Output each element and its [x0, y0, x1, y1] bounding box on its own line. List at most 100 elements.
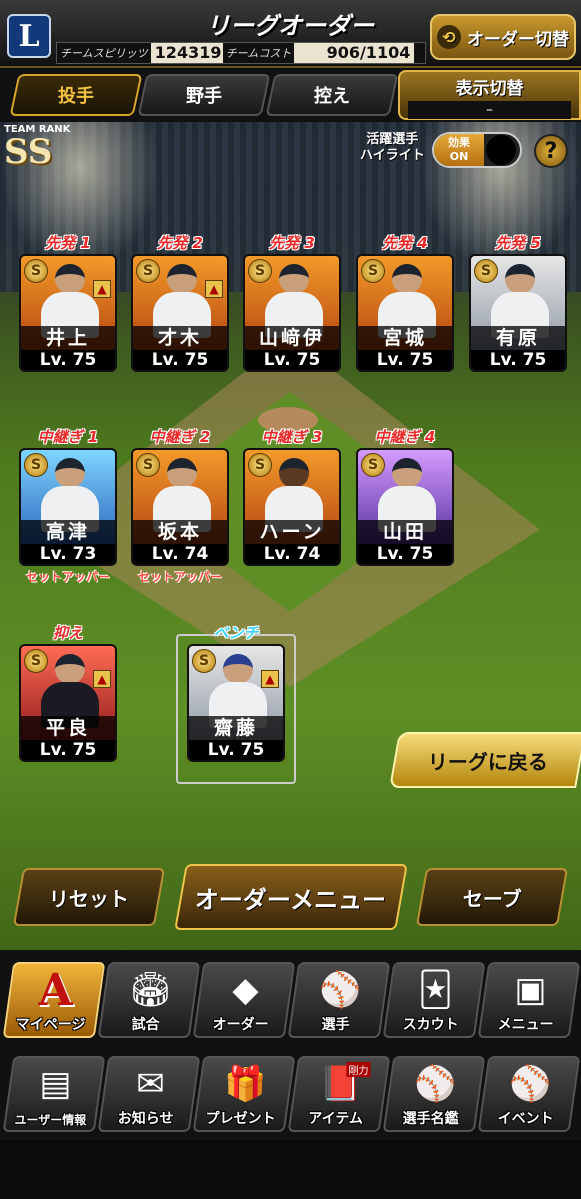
player-card[interactable]: S 山田 Lv. 75 — [356, 448, 454, 566]
player-icon: ⚾ — [319, 970, 362, 1010]
player-card[interactable]: S ▲ 齋藤 Lv. 75 — [187, 644, 285, 762]
nav-user-info[interactable]: ▤ ユーザー情報 — [2, 1056, 106, 1132]
nav-label: お知らせ — [117, 1111, 174, 1127]
nav-label: マイページ — [15, 1017, 86, 1033]
slot-role: 中継ぎ 2 — [149, 428, 211, 446]
nav-label: 選手 — [321, 1017, 350, 1033]
player-card[interactable]: S 宮城 Lv. 75 — [356, 254, 454, 372]
player-level: Lv. 73 — [21, 544, 115, 564]
reliever-slot-1[interactable]: 中継ぎ 1 S 高津 Lv. 73 セットアッパー — [19, 426, 117, 585]
nav-mypage[interactable]: A マイページ — [2, 962, 106, 1038]
tab-pitchers[interactable]: 投手 — [9, 74, 143, 116]
player-card[interactable]: S 有原 Lv. 75 — [469, 254, 567, 372]
stadium-icon: 🏟 — [128, 970, 172, 1010]
effect-toggle-on: 効果 ON — [434, 134, 484, 166]
item-tag: 剛力 — [346, 1062, 371, 1077]
tab-fielders[interactable]: 野手 — [137, 74, 271, 116]
player-name: 平良 — [21, 716, 115, 740]
slot-role: ベンチ — [213, 624, 259, 642]
order-menu-label: オーダーメニュー — [195, 885, 387, 914]
slot-role: 先発 5 — [495, 234, 541, 252]
closer-slot[interactable]: 抑え S ▲ 平良 Lv. 75 — [19, 622, 117, 762]
order-menu-button[interactable]: オーダーメニュー — [174, 864, 408, 930]
field-icon: ◆ — [232, 970, 259, 1010]
stadium-field: TEAM RANK SS 活躍選手 ハイライト 効果 ON ? 先発 1 S ▲… — [0, 122, 581, 964]
team-logo: L — [7, 14, 51, 58]
team-spirit-label: チームスピリッツ — [60, 47, 148, 60]
player-role-sub: セットアッパー — [137, 570, 222, 584]
player-role-sub: セットアッパー — [25, 570, 110, 584]
tab-pitchers-label: 投手 — [58, 86, 94, 107]
team-rank: TEAM RANK SS — [4, 124, 70, 169]
nav-scout[interactable]: 🃏 スカウト — [382, 962, 486, 1038]
refresh-icon: ⟲ — [437, 25, 461, 49]
upgrade-arrow-icon: ▲ — [261, 670, 279, 688]
player-name: 山﨑伊 — [245, 326, 339, 350]
tab-reserves[interactable]: 控え — [265, 74, 399, 116]
player-level: Lv. 75 — [358, 350, 452, 370]
nav-present[interactable]: 🎁 プレゼント — [192, 1056, 296, 1132]
highlight-label: 活躍選手 ハイライト — [360, 132, 425, 164]
slot-role: 抑え — [52, 624, 83, 642]
nav-event[interactable]: ⚾ イベント — [477, 1056, 581, 1132]
nav-item[interactable]: 📕 剛力 アイテム — [287, 1056, 391, 1132]
starter-slot-1[interactable]: 先発 1 S ▲ 井上 Lv. 75 — [19, 232, 117, 372]
order-switch-button[interactable]: ⟲ オーダー切替 — [430, 14, 576, 60]
starter-slot-5[interactable]: 先発 5 S 有原 Lv. 75 — [469, 232, 567, 372]
back-to-league-label: リーグに戻る — [427, 749, 548, 774]
nav-game[interactable]: 🏟 試合 — [97, 962, 201, 1038]
nav-notice[interactable]: ✉ お知らせ — [97, 1056, 201, 1132]
reliever-slot-4[interactable]: 中継ぎ 4 S 山田 Lv. 75 — [356, 426, 454, 566]
effect-toggle[interactable]: 効果 ON — [432, 132, 522, 168]
effect-label: 効果 — [448, 136, 470, 149]
nav-order[interactable]: ◆ オーダー — [192, 962, 296, 1038]
player-level: Lv. 74 — [245, 544, 339, 564]
sub-nav: ▤ ユーザー情報 ✉ お知らせ 🎁 プレゼント 📕 剛力 アイテム ⚾ 選手名鑑… — [0, 1056, 581, 1136]
player-card[interactable]: S 高津 Lv. 73 — [19, 448, 117, 566]
nav-players[interactable]: ⚾ 選手 — [287, 962, 391, 1038]
slot-role: 先発 3 — [269, 234, 315, 252]
nav-label: プレゼント — [205, 1111, 276, 1127]
player-name: 井上 — [21, 326, 115, 350]
player-card[interactable]: S ハーン Lv. 74 — [243, 448, 341, 566]
save-button[interactable]: セーブ — [415, 868, 569, 926]
nav-label: オーダー — [212, 1017, 269, 1033]
reset-label: リセット — [49, 886, 129, 911]
player-name: ハーン — [245, 520, 339, 544]
player-card[interactable]: S ▲ 平良 Lv. 75 — [19, 644, 117, 762]
player-card[interactable]: S 坂本 Lv. 74 — [131, 448, 229, 566]
player-card[interactable]: S ▲ 井上 Lv. 75 — [19, 254, 117, 372]
header-bar: L リーグオーダー チームスピリッツ 124319 チームコスト 906/110… — [0, 0, 581, 68]
nav-directory[interactable]: ⚾ 選手名鑑 — [382, 1056, 486, 1132]
slot-role: 先発 2 — [157, 234, 203, 252]
player-name: 宮城 — [358, 326, 452, 350]
effect-state: ON — [449, 150, 469, 163]
player-card[interactable]: S ▲ 才木 Lv. 75 — [131, 254, 229, 372]
nav-menu[interactable]: ▣ メニュー — [477, 962, 581, 1038]
highlight-label-line2: ハイライト — [360, 148, 425, 163]
player-name: 齋藤 — [189, 716, 283, 740]
menu-icon: ▣ — [514, 970, 547, 1010]
back-to-league-button[interactable]: リーグに戻る — [389, 732, 581, 788]
player-name: 山田 — [358, 520, 452, 544]
scout-icon: 🃏 — [418, 970, 453, 1010]
reliever-slot-2[interactable]: 中継ぎ 2 S 坂本 Lv. 74 セットアッパー — [131, 426, 229, 585]
player-name: 高津 — [21, 520, 115, 544]
slot-role: 先発 4 — [382, 234, 428, 252]
player-level: Lv. 75 — [21, 350, 115, 370]
starter-slot-4[interactable]: 先発 4 S 宮城 Lv. 75 — [356, 232, 454, 372]
starter-slot-2[interactable]: 先発 2 S ▲ 才木 Lv. 75 — [131, 232, 229, 372]
help-icon[interactable]: ? — [534, 134, 568, 168]
player-card[interactable]: S 山﨑伊 Lv. 75 — [243, 254, 341, 372]
notice-icon: ✉ — [136, 1064, 165, 1104]
bench-slot[interactable]: ベンチ S ▲ 齋藤 Lv. 75 — [187, 622, 285, 762]
starter-slot-3[interactable]: 先発 3 S 山﨑伊 Lv. 75 — [243, 232, 341, 372]
nav-label: スカウト — [402, 1017, 459, 1033]
display-switch-button[interactable]: 表示切替 – — [398, 70, 581, 120]
tab-fielders-label: 野手 — [186, 86, 222, 107]
slot-role: 中継ぎ 3 — [261, 428, 323, 446]
nav-label: アイテム — [308, 1111, 363, 1127]
nav-label: 試合 — [131, 1017, 160, 1033]
reliever-slot-3[interactable]: 中継ぎ 3 S ハーン Lv. 74 — [243, 426, 341, 566]
reset-button[interactable]: リセット — [12, 868, 166, 926]
